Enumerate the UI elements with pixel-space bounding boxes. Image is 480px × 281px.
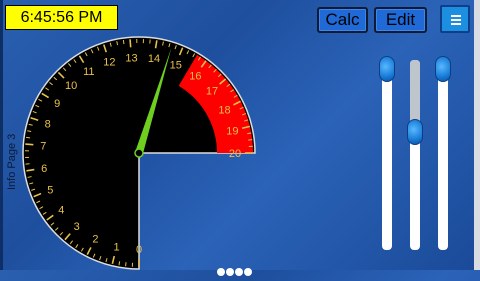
slider-1-track[interactable]	[382, 60, 392, 250]
gauge-minor-tick	[247, 133, 251, 134]
gauge-tick-label: 17	[206, 86, 218, 98]
gauge-tick-label: 7	[40, 140, 46, 152]
gauge-tick-label: 14	[148, 53, 160, 65]
gauge-minor-tick	[26, 137, 30, 138]
gauge-tick-label: 11	[83, 66, 94, 78]
gauge-tick-label: 16	[189, 70, 201, 82]
gauge-tick-label: 0	[136, 244, 142, 256]
slider-2-thumb[interactable]	[407, 119, 423, 145]
gauge-tick-label: 18	[218, 104, 230, 116]
page-indicator[interactable]	[217, 263, 253, 281]
gauge-tick-label: 8	[45, 118, 51, 130]
gauge-tick-label: 3	[74, 221, 80, 233]
slider-3-thumb[interactable]	[435, 56, 451, 82]
gauge-tick-label: 6	[41, 163, 47, 175]
gauge-tick-label: 15	[170, 59, 182, 71]
gauge-tick-label: 13	[125, 52, 137, 64]
slider-1-thumb[interactable]	[379, 56, 395, 82]
gauge-major-tick	[130, 39, 131, 47]
page-dot[interactable]	[226, 268, 234, 276]
gauge-tick-label: 5	[47, 185, 53, 197]
gauge-minor-tick	[123, 40, 124, 44]
gauge-tick-label: 1	[114, 241, 120, 253]
gauge-tick-label: 12	[103, 57, 115, 69]
page-dot[interactable]	[217, 268, 225, 276]
gauge-tick-label: 20	[229, 148, 241, 160]
gauge-minor-tick	[119, 261, 120, 265]
gauge-tick-label: 19	[226, 126, 238, 138]
gauge-tick-label: 2	[92, 234, 98, 246]
gauge-hub	[135, 149, 143, 157]
gauge-major-tick	[25, 144, 33, 145]
page-dot[interactable]	[235, 268, 243, 276]
gauge-tick-label: 4	[58, 204, 64, 216]
page-dot[interactable]	[244, 268, 252, 276]
gauge-tick-label: 10	[65, 80, 77, 92]
gauge-tick-label: 9	[54, 98, 60, 110]
slider-3-track[interactable]	[438, 60, 448, 250]
